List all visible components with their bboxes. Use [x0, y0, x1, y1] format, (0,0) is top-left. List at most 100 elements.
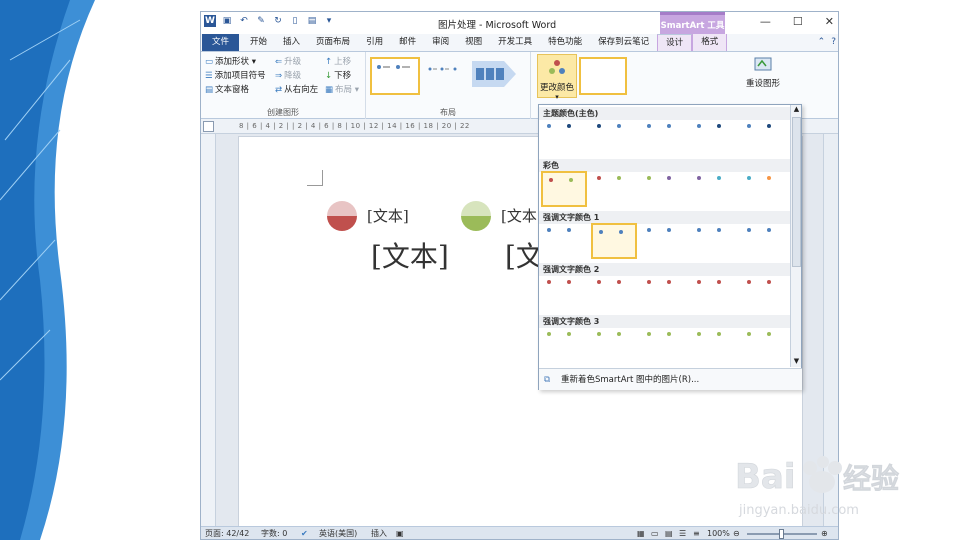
color-option-2-0[interactable] — [541, 223, 587, 259]
color-option-2-3[interactable] — [691, 223, 737, 259]
tab-selector-button[interactable] — [203, 121, 214, 132]
view-outline-icon[interactable]: ☰ — [679, 527, 686, 539]
status-mode[interactable]: 插入 — [371, 527, 387, 539]
layout-thumb-1[interactable] — [370, 57, 420, 95]
smartart-style-thumb-1[interactable] — [579, 57, 627, 95]
color-option-0-3[interactable] — [691, 119, 737, 155]
layout-thumb-2[interactable] — [424, 57, 468, 95]
color-option-2-4[interactable] — [741, 223, 787, 259]
tab-references[interactable]: 引用 — [358, 34, 391, 51]
color-option-1-1[interactable] — [591, 171, 637, 207]
right-to-left-button[interactable]: ⇄ 从右向左 — [275, 83, 318, 95]
move-down-button[interactable]: ↓ 下移 — [325, 69, 351, 81]
color-option-1-2[interactable] — [641, 171, 687, 207]
color-option-0-1[interactable] — [591, 119, 637, 155]
color-option-4-1[interactable] — [591, 327, 637, 363]
tab-file[interactable]: 文件 — [202, 34, 240, 51]
layout-thumb-3[interactable] — [470, 57, 520, 95]
smartart-tools-group: SmartArt 工具 — [660, 12, 725, 34]
layout-menu-button[interactable]: ▦ 布局 ▾ — [325, 83, 359, 95]
status-words[interactable]: 字数: 0 — [261, 527, 287, 539]
tab-developer[interactable]: 开发工具 — [490, 34, 540, 51]
reset-graphic-button[interactable]: 重设图形 — [741, 54, 785, 98]
color-option-3-1[interactable] — [591, 275, 637, 311]
color-option-0-4[interactable] — [741, 119, 787, 155]
status-zoom[interactable]: 100% — [707, 527, 730, 539]
tab-review[interactable]: 审阅 — [424, 34, 457, 51]
smartart-circle-2[interactable] — [461, 201, 491, 231]
view-draft-icon[interactable]: ≡ — [693, 527, 700, 539]
color-option-4-3[interactable] — [691, 327, 737, 363]
view-print-layout-icon[interactable]: ▦ — [637, 527, 645, 539]
color-option-4-4[interactable] — [741, 327, 787, 363]
zoom-slider-thumb[interactable] — [779, 529, 784, 539]
maximize-icon[interactable]: ☐ — [793, 15, 803, 28]
undo-icon[interactable]: ↶ — [238, 15, 250, 27]
tab-page-layout[interactable]: 页面布局 — [308, 34, 358, 51]
scroll-up-icon[interactable]: ▲ — [792, 105, 801, 115]
tab-cloud-note[interactable]: 保存到云笔记 — [590, 34, 657, 51]
color-option-3-2[interactable] — [641, 275, 687, 311]
gallery-scrollbar[interactable]: ▲ ▼ — [790, 105, 801, 367]
status-language[interactable]: 英语(美国) — [319, 527, 357, 539]
color-option-2-1[interactable] — [591, 223, 637, 259]
smartart-circle-1[interactable] — [327, 201, 357, 231]
zoom-out-icon[interactable]: ⊖ — [733, 527, 740, 539]
color-option-3-0[interactable] — [541, 275, 587, 311]
proofing-icon[interactable]: ✔ — [301, 527, 308, 539]
add-bullet-button[interactable]: ☰ 添加项目符号 — [205, 69, 266, 81]
smartart-style-thumb-2[interactable] — [631, 57, 679, 95]
promote-button[interactable]: ⇐ 升级 — [275, 55, 301, 67]
tab-home[interactable]: 开始 — [242, 34, 275, 51]
smartart-big-text-1[interactable]: [文本] — [371, 235, 449, 275]
color-dot — [747, 280, 751, 284]
redo-icon[interactable]: ↻ — [272, 15, 284, 27]
create-graphic-group: ▭ 添加形状 ▾ ☰ 添加项目符号 ▤ 文本窗格 ⇐ 升级 ⇒ 降级 ⇄ 从右向左 ↑ 上移 … — [201, 52, 366, 119]
gallery-scroll-thumb[interactable] — [792, 117, 801, 267]
color-option-2-2[interactable] — [641, 223, 687, 259]
smartart-item-2-text[interactable]: [文本 — [501, 205, 537, 226]
text-pane-button[interactable]: ▤ 文本窗格 — [205, 83, 249, 95]
format-painter-icon[interactable]: ✎ — [255, 15, 267, 27]
layout-group-label: 布局 — [440, 108, 456, 117]
color-dot — [597, 124, 601, 128]
macro-record-icon[interactable]: ▣ — [396, 527, 404, 539]
tab-view[interactable]: 视图 — [457, 34, 490, 51]
minimize-icon[interactable]: — — [760, 15, 771, 28]
color-option-1-0[interactable] — [541, 171, 587, 207]
view-web-icon[interactable]: ▤ — [665, 527, 673, 539]
help-icon[interactable]: ? — [831, 37, 836, 47]
color-option-3-4[interactable] — [741, 275, 787, 311]
save-icon[interactable]: ▣ — [221, 15, 233, 27]
add-shape-button[interactable]: ▭ 添加形状 ▾ — [205, 55, 256, 67]
close-icon[interactable]: ✕ — [825, 15, 834, 28]
color-option-1-4[interactable] — [741, 171, 787, 207]
recolor-pictures-item[interactable]: ⧉ 重新着色SmartArt 图中的图片(R)... — [539, 368, 802, 390]
scroll-down-icon[interactable]: ▼ — [792, 357, 801, 367]
customize-qat-icon[interactable]: ▾ — [323, 15, 335, 27]
move-up-button[interactable]: ↑ 上移 — [325, 55, 351, 67]
color-option-0-0[interactable] — [541, 119, 587, 155]
smartart-item-1-text[interactable]: [文本] — [367, 205, 409, 226]
color-option-4-0[interactable] — [541, 327, 587, 363]
new-document-icon[interactable]: ▯ — [289, 15, 301, 27]
tab-design[interactable]: 设计 — [657, 34, 693, 51]
color-option-3-3[interactable] — [691, 275, 737, 311]
quick-access-toolbar: W ▣ ↶ ✎ ↻ ▯ ▤ ▾ — [204, 15, 335, 27]
tab-features[interactable]: 特色功能 — [540, 34, 590, 51]
color-option-4-2[interactable] — [641, 327, 687, 363]
demote-button[interactable]: ⇒ 降级 — [275, 69, 301, 81]
collapse-ribbon-icon[interactable]: ⌃ — [818, 37, 826, 47]
tab-mailings[interactable]: 邮件 — [391, 34, 424, 51]
zoom-in-icon[interactable]: ⊕ — [821, 527, 828, 539]
view-full-screen-icon[interactable]: ▭ — [651, 527, 659, 539]
tab-format[interactable]: 格式 — [692, 34, 728, 51]
smartart-style-thumb-3[interactable] — [679, 57, 727, 95]
change-colors-button[interactable]: 更改颜色 ▾ — [537, 54, 577, 101]
table-icon[interactable]: ▤ — [306, 15, 318, 27]
tab-insert[interactable]: 插入 — [275, 34, 308, 51]
color-option-1-3[interactable] — [691, 171, 737, 207]
status-page[interactable]: 页面: 42/42 — [205, 527, 249, 539]
color-option-0-2[interactable] — [641, 119, 687, 155]
vertical-ruler[interactable] — [201, 134, 216, 526]
